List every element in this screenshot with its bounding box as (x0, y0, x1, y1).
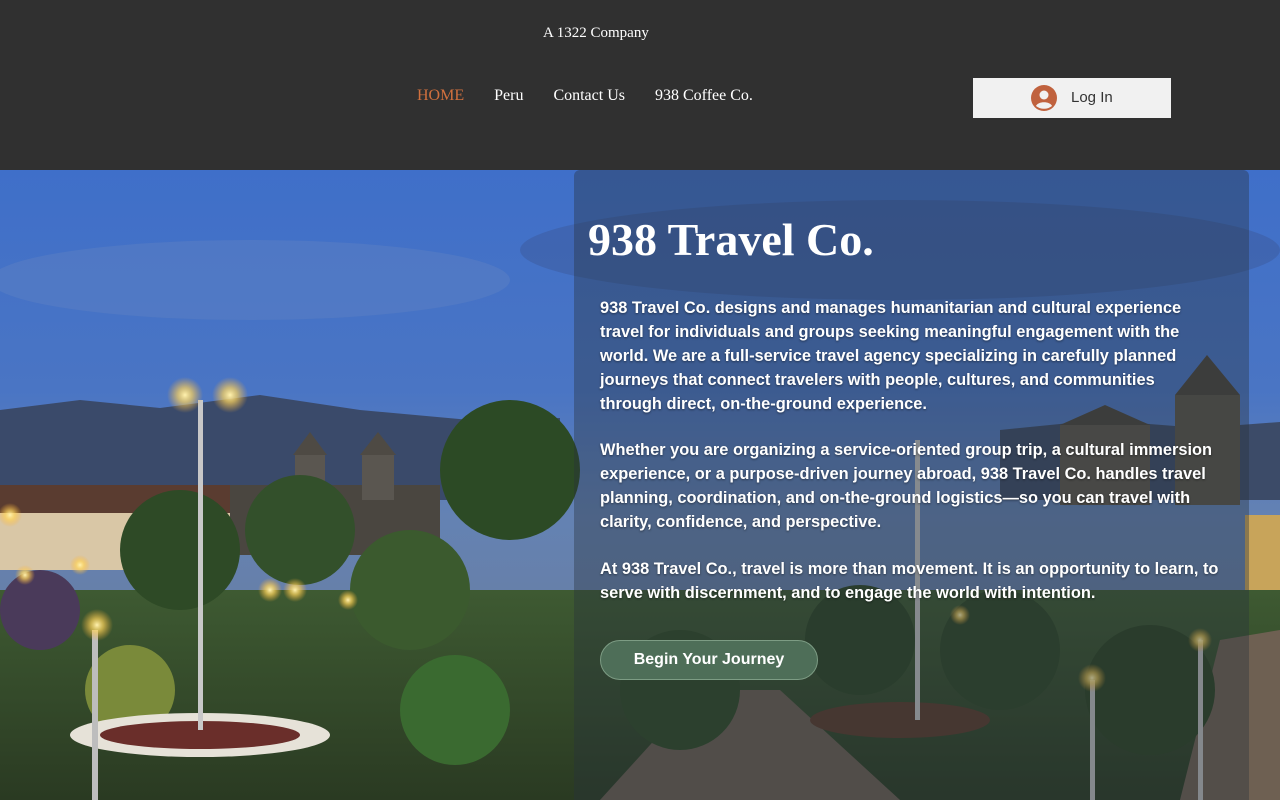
begin-journey-button[interactable]: Begin Your Journey (600, 640, 818, 680)
company-tagline: A 1322 Company (543, 25, 649, 41)
main-nav: HOME Peru Contact Us 938 Coffee Co. (402, 86, 768, 106)
nav-item-contact-us[interactable]: Contact Us (538, 86, 640, 106)
hero-paragraph-2: Whether you are organizing a service-ori… (600, 441, 1213, 531)
nav-item-peru[interactable]: Peru (479, 86, 538, 106)
login-button[interactable]: Log In (973, 78, 1171, 118)
hero-paragraph-3: At 938 Travel Co., travel is more than m… (600, 560, 1219, 602)
site-header: A 1322 Company HOME Peru Contact Us 938 … (0, 0, 1280, 170)
hero-title: 938 Travel Co. (588, 214, 874, 265)
nav-item-coffee-co[interactable]: 938 Coffee Co. (640, 86, 768, 106)
login-label: Log In (1071, 89, 1113, 106)
user-avatar-icon (1031, 85, 1057, 111)
nav-item-home[interactable]: HOME (402, 86, 479, 106)
hero-paragraph-1: 938 Travel Co. designs and manages human… (600, 299, 1182, 413)
